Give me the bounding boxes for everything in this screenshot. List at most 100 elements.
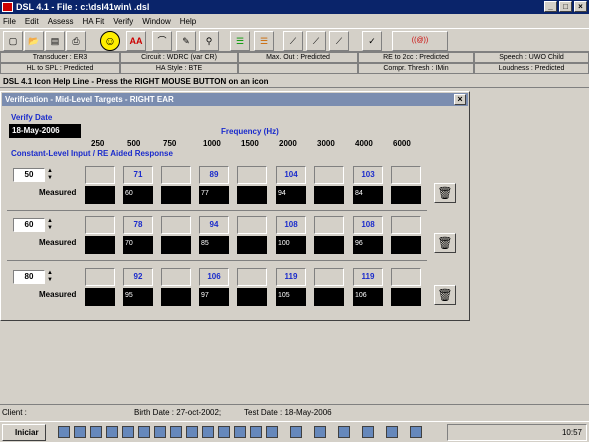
level-spinner-icon[interactable]: ▲ ▼	[46, 270, 54, 284]
measured-cell[interactable]	[314, 288, 344, 306]
target-cell[interactable]: 78	[123, 216, 153, 234]
maximize-button[interactable]: □	[559, 1, 572, 12]
target-cell[interactable]	[85, 216, 115, 234]
measured-cell[interactable]: 106	[353, 288, 383, 306]
target-cell[interactable]: 119	[276, 268, 306, 286]
orange-bars-icon[interactable]: ☰	[254, 31, 274, 51]
measured-cell[interactable]	[161, 186, 191, 204]
measured-cell[interactable]	[237, 288, 267, 306]
measured-cell[interactable]	[161, 236, 191, 254]
ear-icon[interactable]: ⌒	[152, 31, 172, 51]
taskbar-icon[interactable]	[290, 426, 302, 438]
target-cell[interactable]	[237, 268, 267, 286]
taskbar-icon[interactable]	[234, 426, 246, 438]
close-button[interactable]: ×	[574, 1, 587, 12]
taskbar-icon[interactable]	[314, 426, 326, 438]
level-spinner-icon[interactable]: ▲ ▼	[46, 218, 54, 232]
taskbar-icon[interactable]	[122, 426, 134, 438]
measured-cell[interactable]: 96	[353, 236, 383, 254]
start-button[interactable]: Iniciar	[2, 424, 46, 441]
measured-cell[interactable]	[237, 186, 267, 204]
taskbar-icon[interactable]	[362, 426, 374, 438]
input-level-field[interactable]: 50	[13, 168, 45, 182]
target-cell[interactable]	[314, 166, 344, 184]
target-cell[interactable]	[314, 268, 344, 286]
taskbar-icon[interactable]	[74, 426, 86, 438]
target-cell[interactable]	[85, 166, 115, 184]
target-cell[interactable]: 92	[123, 268, 153, 286]
assess-icon[interactable]: AA	[126, 31, 146, 51]
menu-assess[interactable]: Assess	[48, 17, 74, 26]
measured-cell[interactable]	[161, 288, 191, 306]
smiley-icon[interactable]: ☺	[100, 31, 120, 51]
target-cell[interactable]: 71	[123, 166, 153, 184]
level-spinner-icon[interactable]: ▲ ▼	[46, 168, 54, 182]
real-ear-icon[interactable]: ((@))	[392, 31, 448, 51]
target-cell[interactable]	[237, 166, 267, 184]
hearing-aid-icon[interactable]: ✎	[176, 31, 196, 51]
save-icon[interactable]: ▤	[45, 31, 65, 51]
menu-ha-fit[interactable]: HA Fit	[82, 17, 104, 26]
taskbar-icon[interactable]	[386, 426, 398, 438]
measured-cell[interactable]	[314, 236, 344, 254]
measured-cell[interactable]: 60	[123, 186, 153, 204]
measured-cell[interactable]	[391, 236, 421, 254]
menu-edit[interactable]: Edit	[25, 17, 39, 26]
menu-file[interactable]: File	[3, 17, 16, 26]
measured-cell[interactable]: 70	[123, 236, 153, 254]
target-cell[interactable]: 119	[353, 268, 383, 286]
taskbar-icon[interactable]	[154, 426, 166, 438]
taskbar-icon[interactable]	[186, 426, 198, 438]
dialog-close-button[interactable]: ×	[454, 94, 466, 105]
target-cell[interactable]: 108	[353, 216, 383, 234]
graph-3-icon[interactable]: ⟋	[329, 31, 349, 51]
graph-2-icon[interactable]: ⟋	[306, 31, 326, 51]
input-level-field[interactable]: 60	[13, 218, 45, 232]
print-icon[interactable]: ⎙	[66, 31, 86, 51]
measured-cell[interactable]: 94	[276, 186, 306, 204]
taskbar-icon[interactable]	[338, 426, 350, 438]
new-file-icon[interactable]: ▢	[3, 31, 23, 51]
target-cell[interactable]	[314, 216, 344, 234]
measured-cell[interactable]	[314, 186, 344, 204]
measured-cell[interactable]	[85, 288, 115, 306]
measured-cell[interactable]	[391, 288, 421, 306]
trash-icon[interactable]: 🗑	[434, 233, 456, 253]
target-cell[interactable]: 108	[276, 216, 306, 234]
taskbar-icon[interactable]	[90, 426, 102, 438]
trash-icon[interactable]: 🗑	[434, 285, 456, 305]
measured-cell[interactable]: 100	[276, 236, 306, 254]
open-folder-icon[interactable]: 📂	[24, 31, 44, 51]
target-cell[interactable]	[85, 268, 115, 286]
green-bars-icon[interactable]: ☰	[230, 31, 250, 51]
measured-cell[interactable]: 95	[123, 288, 153, 306]
taskbar-icon[interactable]	[170, 426, 182, 438]
menu-window[interactable]: Window	[142, 17, 170, 26]
target-cell[interactable]	[161, 216, 191, 234]
verify-date-field[interactable]: 18-May-2006	[9, 124, 81, 138]
target-cell[interactable]	[237, 216, 267, 234]
target-cell[interactable]	[391, 216, 421, 234]
verify-icon[interactable]: ✓	[362, 31, 382, 51]
target-cell[interactable]: 89	[199, 166, 229, 184]
taskbar-icon[interactable]	[106, 426, 118, 438]
input-level-field[interactable]: 80	[13, 270, 45, 284]
taskbar-icon[interactable]	[202, 426, 214, 438]
measured-cell[interactable]	[237, 236, 267, 254]
measured-cell[interactable]: 97	[199, 288, 229, 306]
minimize-button[interactable]: _	[544, 1, 557, 12]
target-cell[interactable]: 106	[199, 268, 229, 286]
taskbar-icon[interactable]	[138, 426, 150, 438]
taskbar-icon[interactable]	[250, 426, 262, 438]
measured-cell[interactable]: 77	[199, 186, 229, 204]
measured-cell[interactable]: 85	[199, 236, 229, 254]
graph-icon[interactable]: ⟋	[283, 31, 303, 51]
target-cell[interactable]	[161, 166, 191, 184]
target-cell[interactable]	[391, 268, 421, 286]
target-cell[interactable]: 94	[199, 216, 229, 234]
taskbar-icon[interactable]	[410, 426, 422, 438]
tool-icon[interactable]: ⚲	[199, 31, 219, 51]
target-cell[interactable]	[391, 166, 421, 184]
target-cell[interactable]: 103	[353, 166, 383, 184]
measured-cell[interactable]	[85, 236, 115, 254]
